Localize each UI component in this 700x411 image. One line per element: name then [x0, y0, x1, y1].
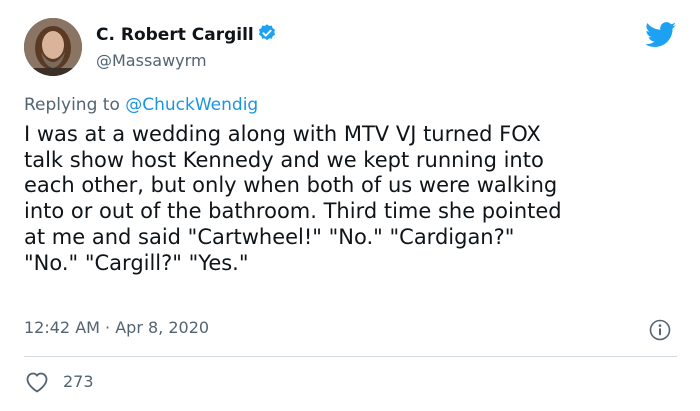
reply-mention-link[interactable]: @ChuckWendig: [125, 95, 258, 115]
tweet-text-line: talk show host Kennedy and we kept runni…: [24, 147, 544, 172]
divider: [24, 356, 677, 357]
heart-icon[interactable]: [25, 371, 49, 393]
tweet-card: C. Robert Cargill @Massawyrm Replying to…: [0, 0, 700, 411]
replying-to: Replying to @ChuckWendig: [24, 95, 258, 115]
verified-badge-icon: [257, 23, 277, 48]
handle[interactable]: @Massawyrm: [96, 51, 207, 70]
tweet-text-line: into or out of the bathroom. Third time …: [24, 199, 562, 224]
display-name[interactable]: C. Robert Cargill: [96, 23, 277, 48]
tweet-timestamp[interactable]: 12:42 AM · Apr 8, 2020: [24, 318, 209, 337]
tweet-text: I was at a wedding along with MTV VJ tur…: [24, 122, 684, 276]
meta-separator: ·: [105, 318, 111, 337]
tweet-text-line: "No." "Cargill?" "Yes.": [24, 250, 249, 275]
display-name-text[interactable]: C. Robert Cargill: [96, 25, 254, 45]
tweet-text-line: each other, but only when both of us wer…: [24, 173, 558, 198]
twitter-bird-icon[interactable]: [645, 22, 677, 48]
avatar[interactable]: [24, 18, 82, 76]
tweet-date[interactable]: Apr 8, 2020: [115, 318, 209, 337]
tweet-time[interactable]: 12:42 AM: [24, 318, 100, 337]
like-count[interactable]: 273: [63, 372, 94, 391]
info-icon[interactable]: [649, 319, 671, 341]
tweet-text-line: at me and said "Cartwheel!" "No." "Cardi…: [24, 224, 515, 249]
tweet-text-line: I was at a wedding along with MTV VJ tur…: [24, 122, 541, 146]
replying-to-label: Replying to: [24, 95, 120, 115]
